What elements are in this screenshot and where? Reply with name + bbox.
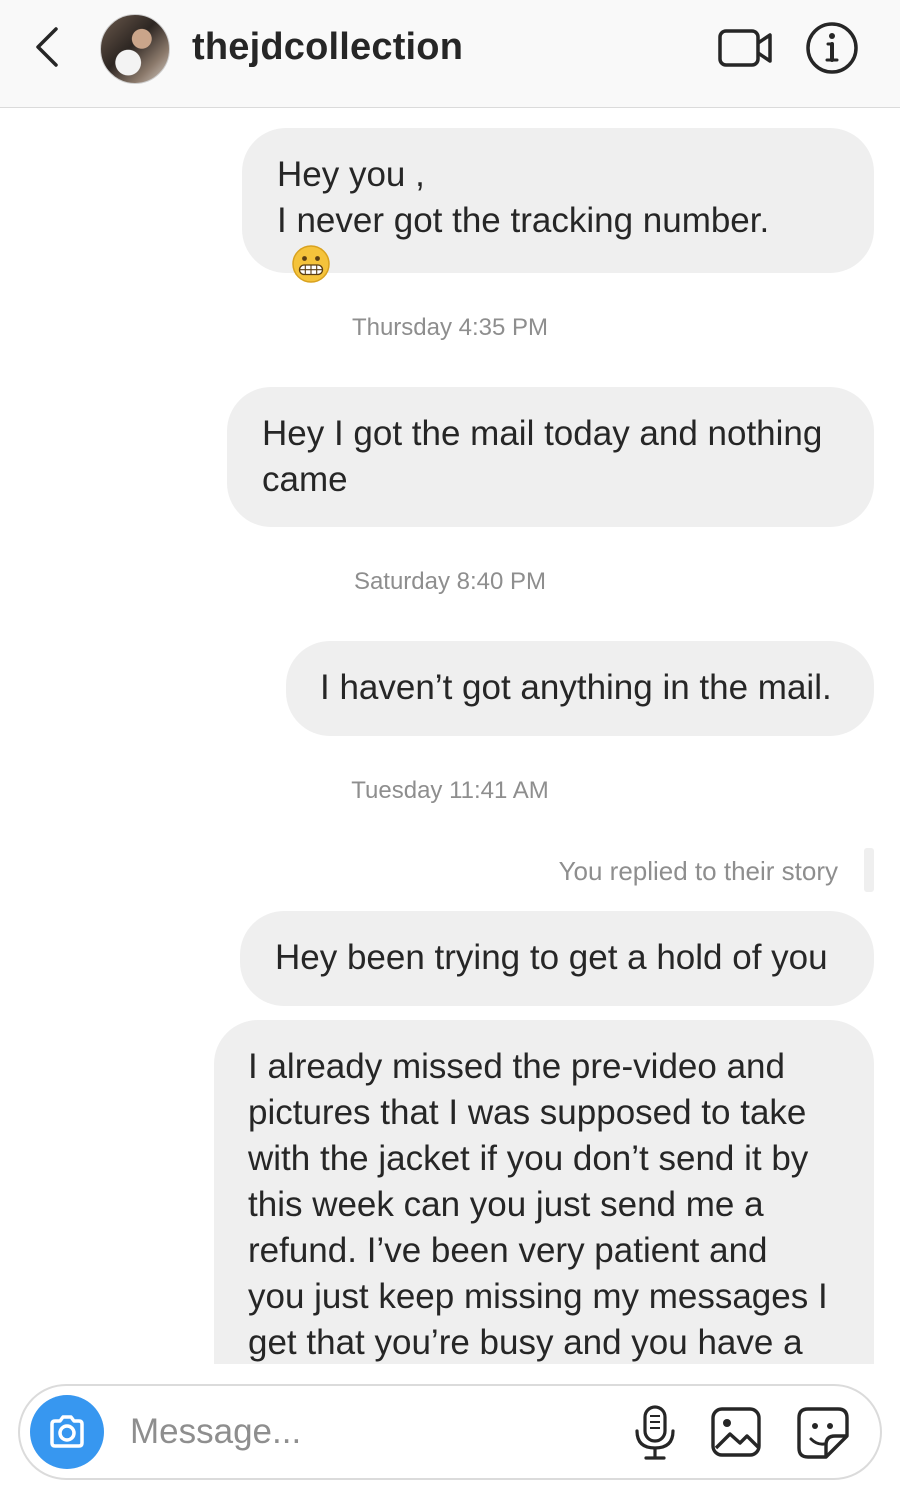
camera-icon	[50, 1415, 84, 1448]
back-button[interactable]	[26, 24, 70, 70]
grimacing-face-emoji-icon	[291, 244, 840, 296]
message-line: I haven’t got anything in the mail.	[320, 668, 832, 707]
message-line: you just keep missing my messages I	[248, 1277, 828, 1316]
gallery-button[interactable]	[710, 1406, 762, 1458]
message-line: with the jacket if you don’t send it by	[248, 1139, 809, 1178]
chevron-left-icon	[36, 27, 58, 67]
story-reply-note: You replied to their story	[558, 856, 838, 886]
message-bubble[interactable]: I already missed the pre-video and pictu…	[214, 1020, 874, 1364]
message-bubble[interactable]: Hey been trying to get a hold of you	[240, 911, 874, 1006]
sticker-icon	[797, 1407, 849, 1459]
message-composer	[18, 1384, 882, 1480]
timestamp: Saturday 8:40 PM	[353, 568, 547, 595]
photo-icon	[711, 1407, 761, 1457]
chat-username[interactable]: thejdcollection	[192, 26, 463, 69]
message-line: get that you’re busy and you have a	[248, 1323, 803, 1362]
video-call-button[interactable]	[716, 24, 776, 72]
message-line: I already missed the pre-video and	[248, 1047, 785, 1086]
info-icon	[806, 22, 858, 74]
story-preview-bar[interactable]	[864, 848, 874, 892]
timestamp: Thursday 4:35 PM	[351, 314, 549, 341]
microphone-icon	[635, 1405, 675, 1460]
info-button[interactable]	[804, 20, 860, 76]
dm-screen: thejdcollection Hey you , I never got th…	[0, 0, 900, 1497]
message-line: I never got the tracking number.	[277, 201, 770, 240]
sticker-button[interactable]	[796, 1406, 850, 1460]
message-bubble[interactable]: Hey I got the mail today and nothing cam…	[227, 387, 874, 527]
avatar[interactable]	[100, 14, 170, 84]
message-thread[interactable]: Hey you , I never got the tracking numbe…	[0, 108, 900, 1364]
message-line: pictures that I was supposed to take	[248, 1093, 807, 1132]
message-input[interactable]	[130, 1408, 610, 1456]
message-line: Hey I got the mail today and nothing	[262, 414, 823, 453]
message-bubble[interactable]: Hey you , I never got the tracking numbe…	[242, 128, 874, 283]
message-line: Hey been trying to get a hold of you	[275, 938, 828, 977]
timestamp: Tuesday 11:41 AM	[351, 777, 549, 804]
camera-button[interactable]	[30, 1395, 104, 1469]
voice-message-button[interactable]	[632, 1404, 678, 1462]
video-camera-icon	[718, 29, 772, 67]
message-line: Hey you ,	[277, 155, 425, 194]
message-line: this week can you just send me a	[248, 1185, 764, 1224]
message-line: came	[262, 460, 348, 499]
message-line: refund. I’ve been very patient and	[248, 1231, 768, 1270]
chat-header: thejdcollection	[0, 0, 900, 108]
message-bubble[interactable]: I haven’t got anything in the mail.	[286, 641, 874, 736]
